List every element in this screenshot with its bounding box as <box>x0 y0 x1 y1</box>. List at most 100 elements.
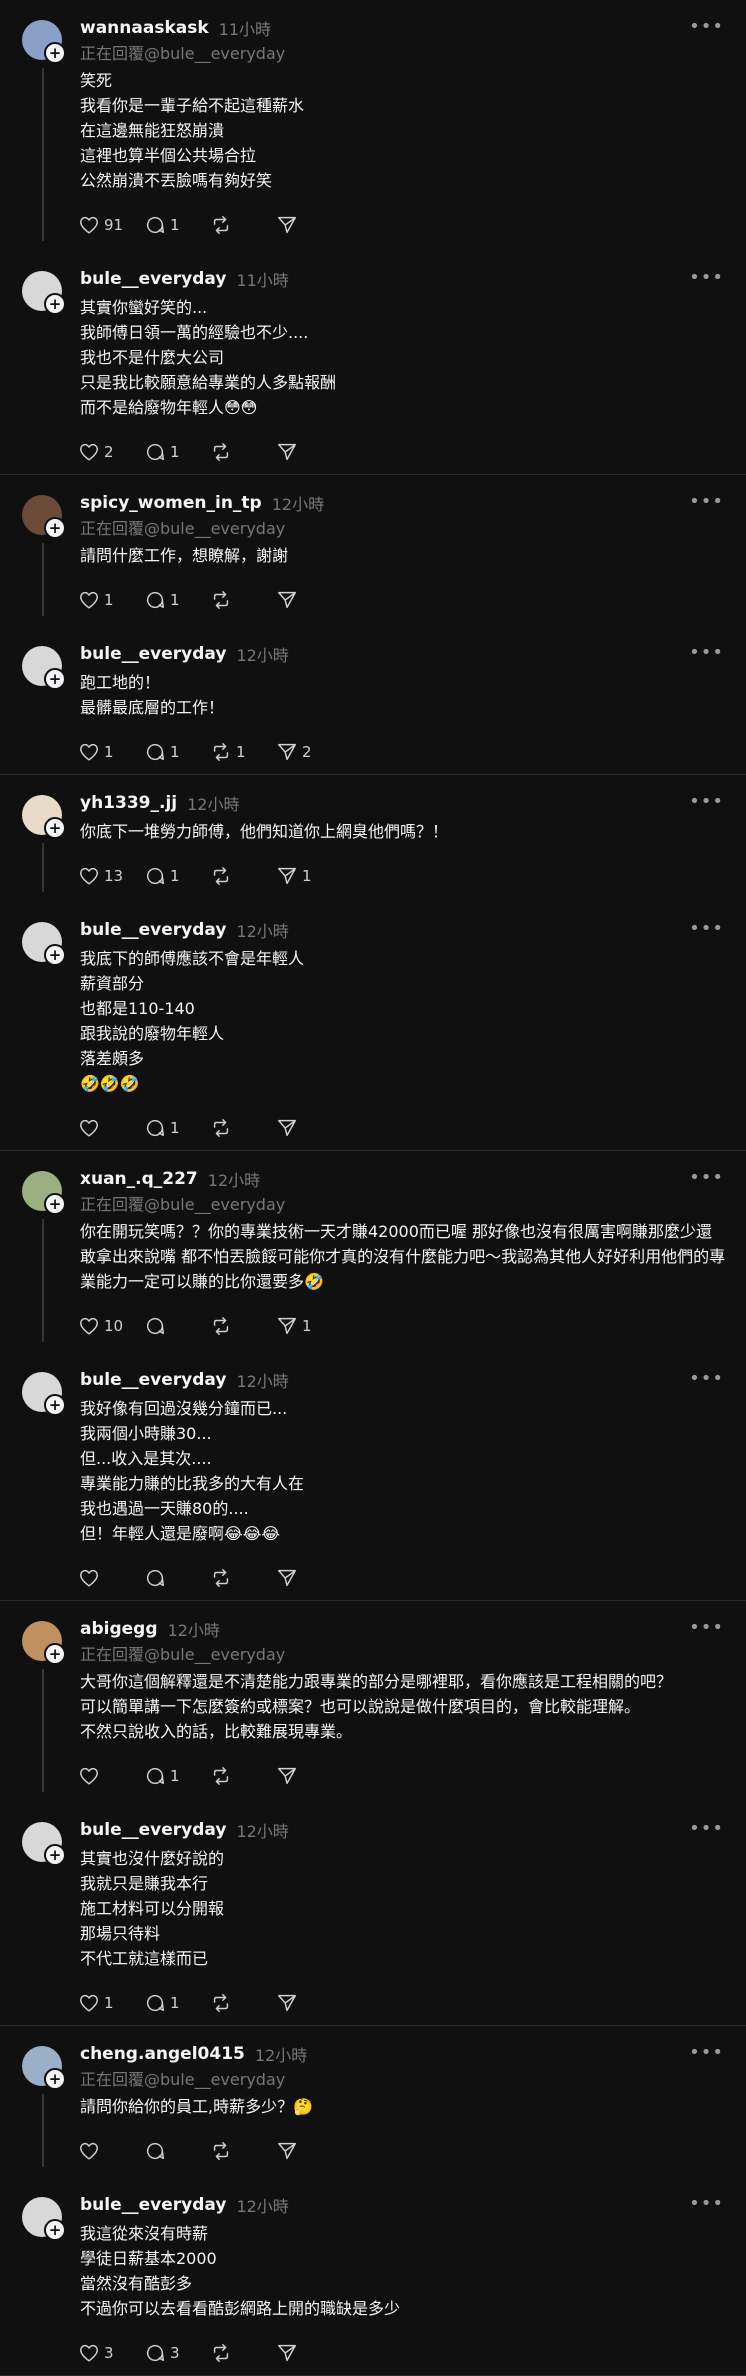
username[interactable]: bule__everyday <box>80 2195 226 2215</box>
repost-button[interactable] <box>210 441 276 463</box>
repost-button[interactable] <box>210 1567 276 1589</box>
repost-button[interactable] <box>210 214 276 236</box>
like-button[interactable]: 91 <box>78 214 144 236</box>
like-count: 13 <box>104 867 124 885</box>
like-button[interactable]: 3 <box>78 2342 144 2364</box>
comment-button[interactable]: 1 <box>144 741 210 763</box>
share-button[interactable] <box>276 1765 342 1787</box>
avatar[interactable]: + <box>22 2046 66 2090</box>
more-icon[interactable]: ••• <box>689 2193 724 2214</box>
repost-button[interactable] <box>210 2342 276 2364</box>
more-icon[interactable]: ••• <box>689 1167 724 1188</box>
username[interactable]: abigegg <box>80 1619 158 1639</box>
follow-plus-icon[interactable]: + <box>44 944 66 966</box>
repost-button[interactable] <box>210 1765 276 1787</box>
avatar[interactable]: + <box>22 795 66 839</box>
follow-plus-icon[interactable]: + <box>44 668 66 690</box>
share-button[interactable]: 1 <box>276 1315 342 1337</box>
like-button[interactable]: 13 <box>78 865 144 887</box>
comment-button[interactable]: 1 <box>144 1117 210 1139</box>
comment-button[interactable] <box>144 2140 210 2162</box>
avatar[interactable]: + <box>22 2197 66 2241</box>
username[interactable]: bule__everyday <box>80 920 226 940</box>
share-button[interactable] <box>276 214 342 236</box>
avatar[interactable]: + <box>22 1822 66 1866</box>
comment-button[interactable] <box>144 1315 210 1337</box>
share-button[interactable] <box>276 441 342 463</box>
more-icon[interactable]: ••• <box>689 642 724 663</box>
follow-plus-icon[interactable]: + <box>44 293 66 315</box>
username[interactable]: bule__everyday <box>80 269 226 289</box>
more-icon[interactable]: ••• <box>689 1818 724 1839</box>
share-button[interactable]: 2 <box>276 741 342 763</box>
follow-plus-icon[interactable]: + <box>44 42 66 64</box>
comment-button[interactable]: 3 <box>144 2342 210 2364</box>
comment-button[interactable]: 1 <box>144 1765 210 1787</box>
username[interactable]: cheng.angel0415 <box>80 2044 245 2064</box>
share-button[interactable] <box>276 2140 342 2162</box>
more-icon[interactable]: ••• <box>689 1368 724 1389</box>
more-icon[interactable]: ••• <box>689 1617 724 1638</box>
comment-button[interactable] <box>144 1567 210 1589</box>
like-button[interactable] <box>78 2140 144 2162</box>
avatar[interactable]: + <box>22 495 66 539</box>
like-button[interactable] <box>78 1117 144 1139</box>
follow-plus-icon[interactable]: + <box>44 1844 66 1866</box>
more-icon[interactable]: ••• <box>689 791 724 812</box>
username[interactable]: yh1339_.jj <box>80 793 177 813</box>
more-icon[interactable]: ••• <box>689 267 724 288</box>
heart-icon <box>80 1994 98 2012</box>
comment-button[interactable]: 1 <box>144 865 210 887</box>
avatar[interactable]: + <box>22 1171 66 1215</box>
like-button[interactable] <box>78 1765 144 1787</box>
share-button[interactable] <box>276 1117 342 1139</box>
share-button[interactable]: 1 <box>276 865 342 887</box>
follow-plus-icon[interactable]: + <box>44 1193 66 1215</box>
repost-button[interactable] <box>210 2140 276 2162</box>
follow-plus-icon[interactable]: + <box>44 517 66 539</box>
avatar[interactable]: + <box>22 1372 66 1416</box>
share-icon <box>278 443 296 461</box>
avatar[interactable]: + <box>22 646 66 690</box>
username[interactable]: spicy_women_in_tp <box>80 493 262 513</box>
more-icon[interactable]: ••• <box>689 2042 724 2063</box>
follow-plus-icon[interactable]: + <box>44 817 66 839</box>
share-button[interactable] <box>276 589 342 611</box>
reply-thread: + ••• xuan_.q_227 12小時 正在回覆@bule__everyd… <box>0 1151 746 1601</box>
more-icon[interactable]: ••• <box>689 918 724 939</box>
like-button[interactable]: 1 <box>78 589 144 611</box>
avatar[interactable]: + <box>22 922 66 966</box>
share-button[interactable] <box>276 2342 342 2364</box>
repost-button[interactable] <box>210 1117 276 1139</box>
follow-plus-icon[interactable]: + <box>44 2219 66 2241</box>
repost-button[interactable] <box>210 1315 276 1337</box>
like-button[interactable]: 1 <box>78 741 144 763</box>
avatar[interactable]: + <box>22 271 66 315</box>
username[interactable]: xuan_.q_227 <box>80 1169 198 1189</box>
like-button[interactable]: 10 <box>78 1315 144 1337</box>
share-button[interactable] <box>276 1992 342 2014</box>
username[interactable]: bule__everyday <box>80 644 226 664</box>
like-button[interactable]: 1 <box>78 1992 144 2014</box>
avatar[interactable]: + <box>22 20 66 64</box>
follow-plus-icon[interactable]: + <box>44 1394 66 1416</box>
username[interactable]: bule__everyday <box>80 1820 226 1840</box>
avatar[interactable]: + <box>22 1621 66 1665</box>
repost-button[interactable] <box>210 1992 276 2014</box>
comment-button[interactable]: 1 <box>144 1992 210 2014</box>
follow-plus-icon[interactable]: + <box>44 2068 66 2090</box>
like-button[interactable] <box>78 1567 144 1589</box>
username[interactable]: bule__everyday <box>80 1370 226 1390</box>
more-icon[interactable]: ••• <box>689 16 724 37</box>
repost-button[interactable] <box>210 589 276 611</box>
repost-button[interactable]: 1 <box>210 741 276 763</box>
repost-button[interactable] <box>210 865 276 887</box>
share-button[interactable] <box>276 1567 342 1589</box>
comment-button[interactable]: 1 <box>144 589 210 611</box>
like-button[interactable]: 2 <box>78 441 144 463</box>
follow-plus-icon[interactable]: + <box>44 1643 66 1665</box>
username[interactable]: wannaaskask <box>80 18 209 38</box>
comment-button[interactable]: 1 <box>144 214 210 236</box>
more-icon[interactable]: ••• <box>689 491 724 512</box>
comment-button[interactable]: 1 <box>144 441 210 463</box>
